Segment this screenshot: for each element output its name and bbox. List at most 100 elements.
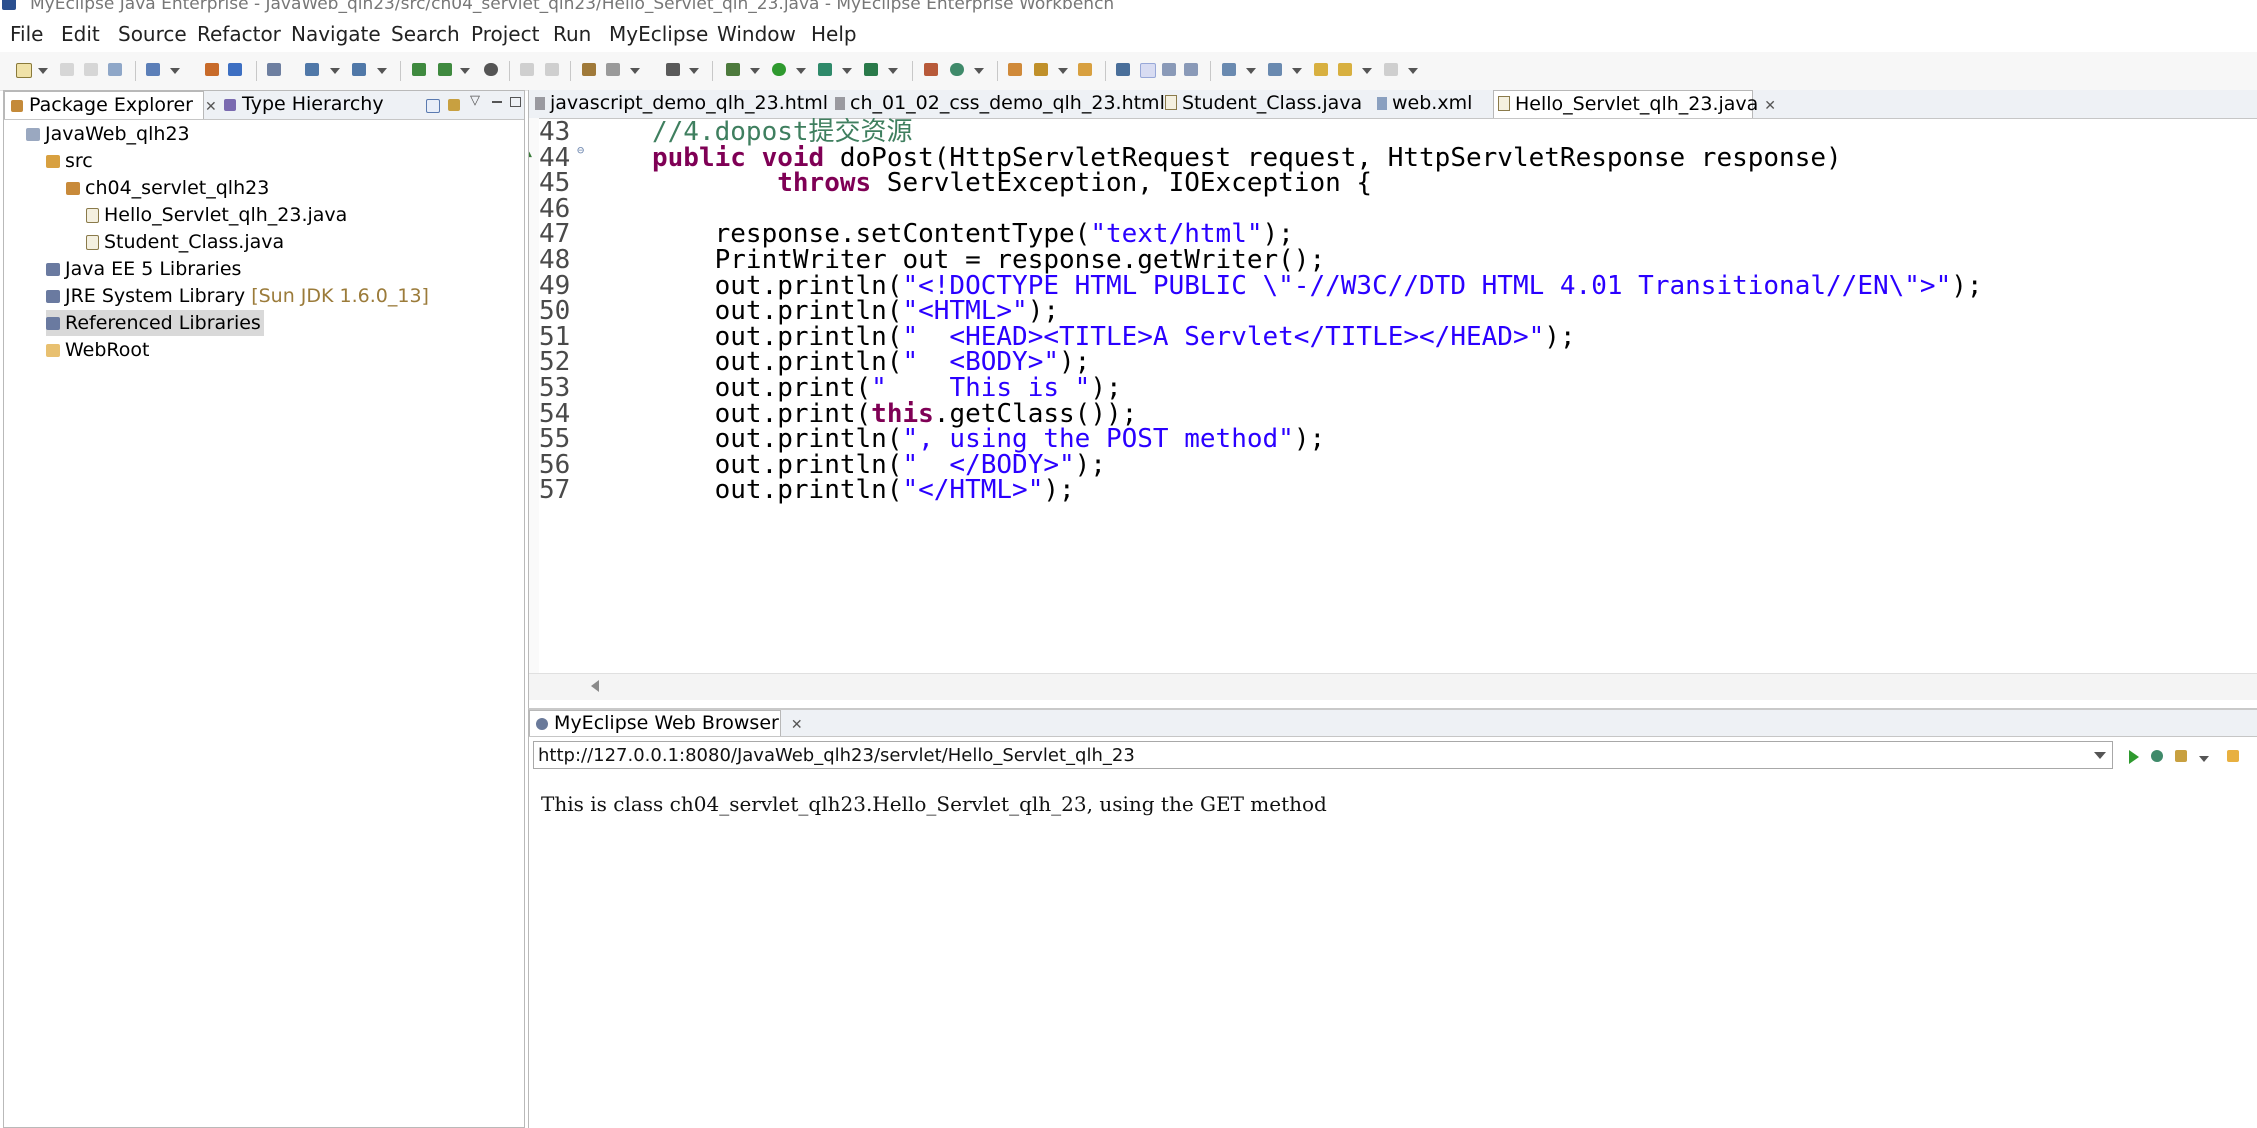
editor-tab-student-class[interactable]: Student_Class.java xyxy=(1161,90,1369,118)
run-external-dropdown-icon[interactable] xyxy=(842,68,852,74)
open-perspective-icon[interactable] xyxy=(924,63,938,76)
globe-icon[interactable] xyxy=(484,63,498,76)
code-line[interactable]: 57 out.println("</HTML>"); xyxy=(529,472,2257,509)
url-history-dropdown-icon[interactable] xyxy=(2094,752,2106,759)
menu-run[interactable]: Run xyxy=(553,22,591,46)
web-dropdown-icon[interactable] xyxy=(330,68,340,74)
tree-item-src[interactable]: src xyxy=(46,148,93,174)
menu-source[interactable]: Source xyxy=(118,22,187,46)
debug-dropdown-icon[interactable] xyxy=(750,68,760,74)
deploy-dropdown-icon[interactable] xyxy=(170,68,180,74)
server-control-icon[interactable] xyxy=(352,63,366,76)
refresh-page-icon[interactable] xyxy=(2151,750,2163,762)
view-menu-icon[interactable]: ▽ xyxy=(470,93,480,108)
settings-dropdown-icon[interactable] xyxy=(2199,756,2209,762)
print-icon[interactable] xyxy=(108,63,122,76)
web-icon[interactable] xyxy=(305,63,319,76)
url-input[interactable] xyxy=(534,742,2079,768)
code-text-area[interactable]: 43//4.dopost提交资源 44 ▴ ⊖ public void doPost(H… xyxy=(529,118,2257,673)
show-whitespace-icon[interactable] xyxy=(1184,63,1198,76)
menu-file[interactable]: File xyxy=(10,22,43,46)
wand-icon[interactable] xyxy=(1034,63,1048,76)
run-external-icon[interactable] xyxy=(818,63,832,76)
refresh-icon[interactable] xyxy=(950,63,964,76)
tab-web-browser[interactable]: MyEclipse Web Browser ✕ xyxy=(529,710,803,736)
editor-tab-css-demo[interactable]: ch_01_02_css_demo_qlh_23.html xyxy=(831,90,1165,118)
settings-icon[interactable] xyxy=(2175,750,2187,762)
package-icon[interactable] xyxy=(205,63,219,76)
browse-folder-icon[interactable] xyxy=(1078,63,1092,76)
debug-disabled-icon[interactable] xyxy=(520,63,534,76)
tree-item-hello-servlet[interactable]: Hello_Servlet_qlh_23.java xyxy=(86,202,347,228)
save-icon[interactable] xyxy=(60,63,74,76)
tree-item-jre-lib[interactable]: JRE System Library [Sun JDK 1.6.0_13] xyxy=(46,283,429,309)
forward-icon[interactable] xyxy=(1384,63,1398,76)
fold-collapse-icon[interactable]: ⊖ xyxy=(577,132,584,169)
forward-dropdown-icon[interactable] xyxy=(1408,68,1418,74)
tree-item-student-class[interactable]: Student_Class.java xyxy=(86,229,284,255)
deploy-icon[interactable] xyxy=(146,63,160,76)
menu-refactor[interactable]: Refactor xyxy=(197,22,281,46)
search-dropdown-icon[interactable] xyxy=(888,68,898,74)
menu-edit[interactable]: Edit xyxy=(61,22,100,46)
scroll-left-icon[interactable] xyxy=(591,680,599,692)
menu-help[interactable]: Help xyxy=(811,22,857,46)
tree-item-project[interactable]: JavaWeb_qlh23 xyxy=(26,121,190,147)
link-with-editor-icon[interactable] xyxy=(448,99,460,111)
menu-window[interactable]: Window xyxy=(717,22,796,46)
terminal-dropdown-icon[interactable] xyxy=(689,68,699,74)
menu-navigate[interactable]: Navigate xyxy=(291,22,381,46)
go-icon[interactable] xyxy=(2129,750,2139,764)
minimize-icon[interactable] xyxy=(492,101,502,103)
back-icon[interactable] xyxy=(1338,63,1352,76)
tab-type-hierarchy[interactable]: Type Hierarchy xyxy=(212,91,384,119)
open-type-icon[interactable] xyxy=(582,63,596,76)
tab-package-explorer[interactable]: Package Explorer ✕ xyxy=(4,91,217,119)
close-icon[interactable]: ✕ xyxy=(791,717,803,733)
maximize-icon[interactable] xyxy=(510,97,521,107)
back-dropdown-icon[interactable] xyxy=(1362,68,1372,74)
next-annotation-icon[interactable] xyxy=(1222,63,1236,76)
editor-tab-web-xml[interactable]: web.xml xyxy=(1373,90,1495,118)
run-disabled-icon[interactable] xyxy=(545,63,559,76)
new-wizard-icon[interactable] xyxy=(412,63,426,76)
jar-icon[interactable] xyxy=(228,63,242,76)
tree-item-package[interactable]: ch04_servlet_qlh23 xyxy=(66,175,269,201)
menu-myeclipse[interactable]: MyEclipse xyxy=(609,22,708,46)
mark-occurrences-icon[interactable] xyxy=(1116,63,1130,76)
run-dropdown-icon[interactable] xyxy=(796,68,806,74)
save-all-icon[interactable] xyxy=(84,63,98,76)
search-icon[interactable] xyxy=(864,63,878,76)
server-icon[interactable] xyxy=(267,63,281,76)
run-icon[interactable] xyxy=(772,63,786,76)
menu-search[interactable]: Search xyxy=(391,22,460,46)
next-annotation-dropdown-icon[interactable] xyxy=(1246,68,1256,74)
back-page-icon[interactable] xyxy=(2227,750,2239,762)
debug-icon[interactable] xyxy=(726,63,740,76)
new-dropdown-icon[interactable] xyxy=(38,68,48,74)
highlight-toggle-icon[interactable] xyxy=(1140,63,1156,78)
open-resource-dropdown-icon[interactable] xyxy=(630,68,640,74)
wand-dropdown-icon[interactable] xyxy=(1058,68,1068,74)
new-class-dropdown-icon[interactable] xyxy=(460,68,470,74)
open-resource-icon[interactable] xyxy=(606,63,620,76)
new-class-icon[interactable] xyxy=(438,63,452,76)
collapse-all-icon[interactable] xyxy=(426,99,440,113)
horizontal-scrollbar[interactable] xyxy=(529,673,2257,700)
refresh-dropdown-icon[interactable] xyxy=(974,68,984,74)
menu-project[interactable]: Project xyxy=(471,22,539,46)
last-edit-icon[interactable] xyxy=(1314,63,1328,76)
tree-item-referenced-libraries[interactable]: Referenced Libraries xyxy=(46,310,264,336)
editor-tab-hello-servlet[interactable]: Hello_Servlet_qlh_23.java ✕ xyxy=(1493,90,1776,118)
server-control-dropdown-icon[interactable] xyxy=(377,68,387,74)
tree-item-webroot[interactable]: WebRoot xyxy=(46,337,149,363)
previous-annotation-dropdown-icon[interactable] xyxy=(1292,68,1302,74)
previous-annotation-icon[interactable] xyxy=(1268,63,1282,76)
tree-item-javaee-lib[interactable]: Java EE 5 Libraries xyxy=(46,256,241,282)
block-selection-icon[interactable] xyxy=(1162,63,1176,76)
open-folder-icon[interactable] xyxy=(1008,63,1022,76)
editor-tab-javascript-demo[interactable]: javascript_demo_qlh_23.html xyxy=(531,90,828,118)
terminal-icon[interactable] xyxy=(666,63,680,76)
new-icon[interactable] xyxy=(16,63,32,78)
close-icon[interactable]: ✕ xyxy=(1764,98,1776,114)
